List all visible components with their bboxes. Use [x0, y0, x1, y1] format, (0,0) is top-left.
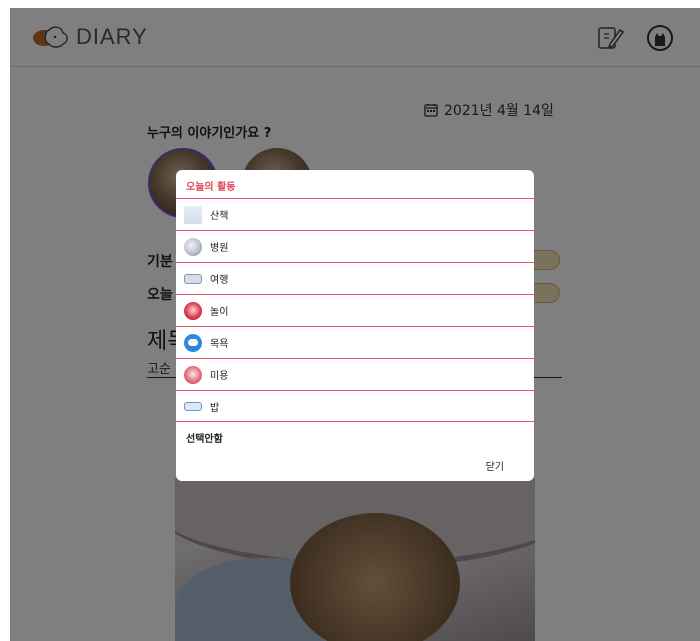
activity-item-walk[interactable]: 산책 [176, 198, 534, 230]
play-icon [184, 301, 202, 320]
activity-item-hospital[interactable]: 병원 [176, 230, 534, 262]
modal-title: 오늘의 활동 [186, 182, 236, 193]
activity-item-none[interactable]: 선택안함 [186, 430, 223, 445]
activity-item-bath[interactable]: 목욕 [176, 326, 534, 358]
walk-icon [184, 205, 202, 224]
activity-label: 산책 [210, 211, 229, 222]
hospital-icon [184, 237, 202, 256]
activity-label: 목욕 [210, 339, 229, 350]
activity-label: 미용 [210, 371, 229, 382]
grooming-icon [184, 365, 202, 384]
activity-item-travel[interactable]: 여행 [176, 262, 534, 294]
activity-label: 병원 [210, 243, 229, 254]
car-icon [184, 273, 202, 284]
activity-label: 밥 [210, 402, 220, 414]
activity-label: 놀이 [210, 307, 229, 318]
activity-modal: 오늘의 활동 산책 병원 여행 놀이 목욕 미용 밥 선택안함 닫기 [176, 170, 534, 481]
activity-list: 산책 병원 여행 놀이 목욕 미용 밥 [176, 198, 534, 422]
activity-label: 여행 [210, 275, 229, 286]
food-icon [184, 401, 202, 411]
bath-icon [184, 333, 202, 352]
activity-item-food[interactable]: 밥 [176, 390, 534, 422]
close-button[interactable]: 닫기 [486, 458, 504, 473]
activity-item-play[interactable]: 놀이 [176, 294, 534, 326]
activity-item-grooming[interactable]: 미용 [176, 358, 534, 390]
